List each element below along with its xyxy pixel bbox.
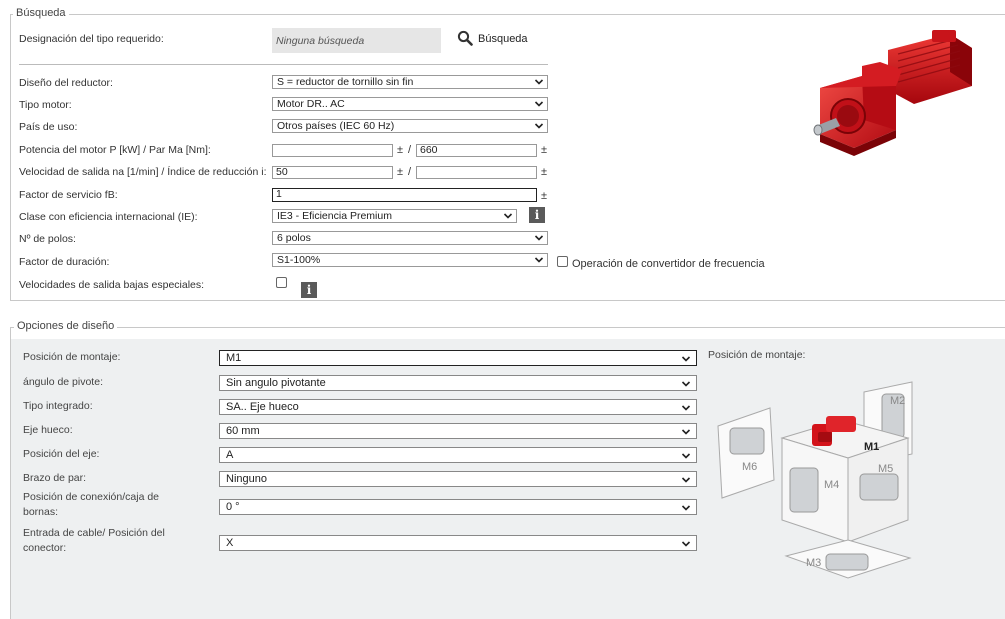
efficiency-class-value: IE3 - Eficiencia Premium [277, 210, 392, 222]
torque-input[interactable]: 660 [416, 144, 537, 157]
low-speeds-checkbox[interactable] [276, 277, 287, 288]
mounting-position-label: Posición de montaje: [23, 351, 121, 363]
chevron-down-icon [681, 539, 691, 549]
mounting-position-value: M1 [226, 352, 242, 364]
output-speed-label: Velocidad de salida na [1/min] / Índice … [19, 166, 267, 178]
cable-entry-label: Entrada de cable/ Posición del conector: [23, 527, 165, 554]
integrated-type-value: SA.. Eje hueco [226, 401, 299, 413]
torque-arm-value: Ninguno [226, 473, 267, 485]
pivot-angle-label: ángulo de pivote: [23, 376, 103, 388]
service-factor-label: Factor de servicio fB: [19, 189, 118, 201]
gear-design-value: S = reductor de tornillo sin fin [277, 76, 414, 88]
hollow-shaft-select[interactable]: 60 mm [219, 423, 697, 439]
terminal-box-select[interactable]: 0 ° [219, 499, 697, 515]
motor-power-input[interactable] [272, 144, 393, 157]
chevron-down-icon [534, 233, 544, 243]
shaft-position-select[interactable]: A [219, 447, 697, 463]
torque-plus-minus: ± [541, 144, 548, 156]
duty-factor-select[interactable]: S1-100% [272, 253, 548, 267]
search-button-label: Búsqueda [478, 33, 528, 45]
ratio-plus-minus: ± [541, 166, 548, 178]
mounting-label-m3: M3 [806, 557, 821, 569]
motor-type-label: Tipo motor: [19, 99, 72, 111]
chevron-down-icon [534, 77, 544, 87]
frequency-converter-label: Operación de convertidor de frecuencia [572, 258, 765, 270]
shaft-position-label: Posición del eje: [23, 448, 100, 460]
gear-design-label: Diseño del reductor: [19, 77, 113, 89]
poles-label: Nº de polos: [19, 233, 76, 245]
mounting-label-m2: M2 [890, 395, 905, 407]
chevron-down-icon [681, 503, 691, 513]
hollow-shaft-label: Eje hueco: [23, 424, 73, 436]
search-legend: Búsqueda [13, 7, 69, 19]
low-speeds-info-icon[interactable]: i [301, 282, 317, 298]
efficiency-class-select[interactable]: IE3 - Eficiencia Premium [272, 209, 517, 223]
motor-type-value: Motor DR.. AC [277, 98, 345, 110]
mounting-label-m5: M5 [878, 463, 893, 475]
type-designation-input[interactable]: Ninguna búsqueda [272, 28, 441, 53]
type-designation-placeholder: Ninguna búsqueda [276, 35, 365, 47]
integrated-type-label: Tipo integrado: [23, 400, 93, 412]
hollow-shaft-value: 60 mm [226, 425, 260, 437]
chevron-down-icon [534, 255, 544, 265]
chevron-down-icon [503, 211, 513, 221]
country-value: Otros países (IEC 60 Hz) [277, 120, 395, 132]
gear-motor-image [813, 30, 972, 156]
mounting-label-m1: M1 [864, 441, 879, 453]
cable-entry-value: X [226, 537, 234, 549]
chevron-down-icon [534, 99, 544, 109]
search-divider [19, 64, 548, 65]
motor-power-label: Potencia del motor P [kW] / Par Ma [Nm]: [19, 144, 211, 156]
service-factor-input[interactable]: 1 [272, 188, 537, 202]
duty-factor-label: Factor de duración: [19, 256, 110, 268]
output-speed-plus-minus: ± [397, 166, 404, 178]
chevron-down-icon [681, 379, 691, 389]
chevron-down-icon [681, 403, 691, 413]
torque-arm-select[interactable]: Ninguno [219, 471, 697, 487]
motor-type-select[interactable]: Motor DR.. AC [272, 97, 548, 111]
chevron-down-icon [681, 427, 691, 437]
gear-design-select[interactable]: S = reductor de tornillo sin fin [272, 75, 548, 89]
speed-ratio-separator: / [408, 166, 412, 178]
ratio-input[interactable] [416, 166, 537, 179]
duty-factor-value: S1-100% [277, 254, 321, 266]
chevron-down-icon [681, 475, 691, 485]
poles-select[interactable]: 6 polos [272, 231, 548, 245]
motor-power-plus-minus: ± [397, 144, 404, 156]
output-speed-input[interactable]: 50 [272, 166, 393, 179]
design-legend: Opciones de diseño [14, 320, 118, 332]
torque-arm-label: Brazo de par: [23, 472, 87, 484]
poles-value: 6 polos [277, 232, 311, 244]
efficiency-class-label: Clase con eficiencia internacional (IE): [19, 211, 198, 223]
mounting-diagram-title: Posición de montaje: [708, 349, 806, 361]
country-label: País de uso: [19, 121, 78, 133]
integrated-type-select[interactable]: SA.. Eje hueco [219, 399, 697, 415]
efficiency-info-icon[interactable]: i [529, 207, 545, 223]
type-designation-label: Designación del tipo requerido: [19, 33, 164, 45]
mounting-label-m6: M6 [742, 461, 757, 473]
service-factor-plus-minus: ± [541, 190, 548, 202]
mounting-position-diagram: M1 M2 M3 M4 M5 M6 [717, 381, 913, 579]
chevron-down-icon [534, 121, 544, 131]
search-icon [457, 30, 473, 46]
terminal-box-label: Posición de conexión/caja de bornas: [23, 491, 160, 518]
mounting-position-select[interactable]: M1 [219, 350, 697, 366]
low-speeds-label: Velocidades de salida bajas especiales: [19, 279, 205, 291]
mounting-label-m4: M4 [824, 479, 839, 491]
terminal-box-value: 0 ° [226, 501, 240, 513]
chevron-down-icon [681, 451, 691, 461]
search-button[interactable]: Búsqueda [457, 30, 537, 48]
pivot-angle-select[interactable]: Sin angulo pivotante [219, 375, 697, 391]
cable-entry-select[interactable]: X [219, 535, 697, 551]
chevron-down-icon [681, 354, 691, 364]
frequency-converter-checkbox[interactable] [557, 256, 568, 267]
shaft-position-value: A [226, 449, 234, 461]
country-select[interactable]: Otros países (IEC 60 Hz) [272, 119, 548, 133]
power-torque-separator: / [408, 144, 412, 156]
pivot-angle-value: Sin angulo pivotante [226, 377, 326, 389]
